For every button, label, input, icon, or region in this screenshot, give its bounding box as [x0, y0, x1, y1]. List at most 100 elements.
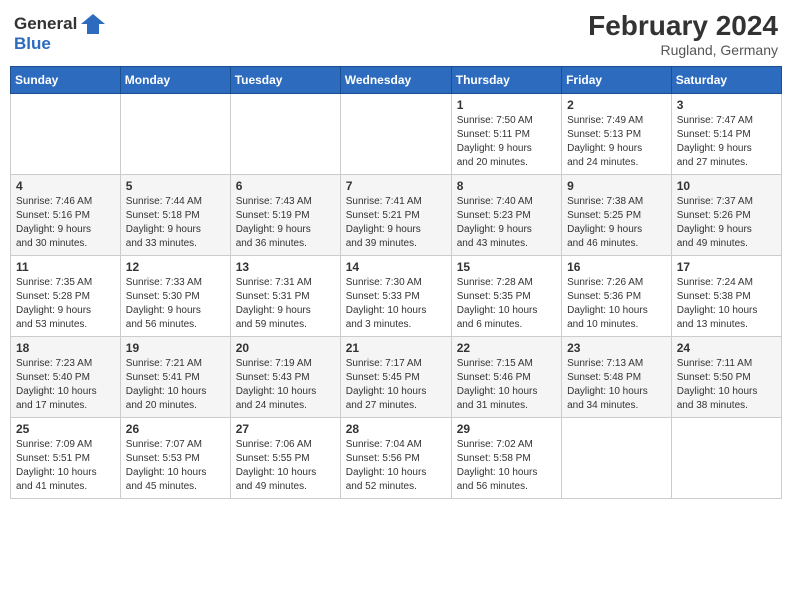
day-number: 11	[16, 260, 115, 274]
calendar-col-wednesday: Wednesday	[340, 67, 451, 94]
logo-icon	[79, 10, 107, 38]
calendar-cell: 10 Sunrise: 7:37 AM Sunset: 5:26 PM Dayli…	[671, 175, 781, 256]
day-info: Sunrise: 7:04 AM Sunset: 5:56 PM Dayligh…	[346, 438, 446, 494]
day-number: 12	[126, 260, 225, 274]
month-year-title: February 2024	[588, 10, 778, 42]
day-number: 20	[236, 341, 335, 355]
calendar-col-friday: Friday	[562, 67, 672, 94]
day-info: Sunrise: 7:40 AM Sunset: 5:23 PM Dayligh…	[457, 195, 556, 251]
day-number: 6	[236, 179, 335, 193]
calendar-cell: 28 Sunrise: 7:04 AM Sunset: 5:56 PM Dayli…	[340, 418, 451, 499]
day-info: Sunrise: 7:23 AM Sunset: 5:40 PM Dayligh…	[16, 357, 115, 413]
calendar-cell: 27Sunrise: 7:06 AM Sunset: 5:55 PM Dayli…	[230, 418, 340, 499]
calendar-cell: 7 Sunrise: 7:41 AM Sunset: 5:21 PM Daylig…	[340, 175, 451, 256]
day-info: Sunrise: 7:02 AM Sunset: 5:58 PM Dayligh…	[457, 438, 556, 494]
calendar-col-tuesday: Tuesday	[230, 67, 340, 94]
day-info: Sunrise: 7:11 AM Sunset: 5:50 PM Dayligh…	[677, 357, 776, 413]
day-info: Sunrise: 7:19 AM Sunset: 5:43 PM Dayligh…	[236, 357, 335, 413]
day-number: 18	[16, 341, 115, 355]
day-number: 4	[16, 179, 115, 193]
calendar-cell: 12 Sunrise: 7:33 AM Sunset: 5:30 PM Dayli…	[120, 256, 230, 337]
page-header: General Blue February 2024 Rugland, Germ…	[10, 10, 782, 58]
day-number: 28	[346, 422, 446, 436]
calendar-col-sunday: Sunday	[11, 67, 121, 94]
calendar-week-row: 25 Sunrise: 7:09 AM Sunset: 5:51 PM Dayli…	[11, 418, 782, 499]
calendar-header-row: SundayMondayTuesdayWednesdayThursdayFrid…	[11, 67, 782, 94]
calendar-cell: 19 Sunrise: 7:21 AM Sunset: 5:41 PM Dayli…	[120, 337, 230, 418]
calendar-cell: 14 Sunrise: 7:30 AM Sunset: 5:33 PM Dayli…	[340, 256, 451, 337]
day-info: Sunrise: 7:06 AM Sunset: 5:55 PM Dayligh…	[236, 438, 335, 494]
day-info: Sunrise: 7:07 AM Sunset: 5:53 PM Dayligh…	[126, 438, 225, 494]
calendar-col-saturday: Saturday	[671, 67, 781, 94]
calendar-cell: 23Sunrise: 7:13 AM Sunset: 5:48 PM Dayli…	[562, 337, 672, 418]
day-number: 26	[126, 422, 225, 436]
calendar-cell: 4 Sunrise: 7:46 AM Sunset: 5:16 PM Daylig…	[11, 175, 121, 256]
calendar-cell	[340, 94, 451, 175]
day-number: 3	[677, 98, 776, 112]
day-info: Sunrise: 7:49 AM Sunset: 5:13 PM Dayligh…	[567, 114, 666, 170]
day-info: Sunrise: 7:37 AM Sunset: 5:26 PM Dayligh…	[677, 195, 776, 251]
day-info: Sunrise: 7:09 AM Sunset: 5:51 PM Dayligh…	[16, 438, 115, 494]
day-info: Sunrise: 7:31 AM Sunset: 5:31 PM Dayligh…	[236, 276, 335, 332]
day-number: 21	[346, 341, 446, 355]
calendar-cell: 22 Sunrise: 7:15 AM Sunset: 5:46 PM Dayli…	[451, 337, 561, 418]
location-subtitle: Rugland, Germany	[588, 42, 778, 58]
day-info: Sunrise: 7:33 AM Sunset: 5:30 PM Dayligh…	[126, 276, 225, 332]
day-number: 5	[126, 179, 225, 193]
calendar-cell	[11, 94, 121, 175]
calendar-cell: 3 Sunrise: 7:47 AM Sunset: 5:14 PM Daylig…	[671, 94, 781, 175]
title-block: February 2024 Rugland, Germany	[588, 10, 778, 58]
day-number: 9	[567, 179, 666, 193]
day-info: Sunrise: 7:46 AM Sunset: 5:16 PM Dayligh…	[16, 195, 115, 251]
calendar-cell: 13 Sunrise: 7:31 AM Sunset: 5:31 PM Dayli…	[230, 256, 340, 337]
day-number: 16	[567, 260, 666, 274]
calendar-cell: 24 Sunrise: 7:11 AM Sunset: 5:50 PM Dayli…	[671, 337, 781, 418]
day-number: 22	[457, 341, 556, 355]
calendar-cell: 21Sunrise: 7:17 AM Sunset: 5:45 PM Dayli…	[340, 337, 451, 418]
calendar-cell: 11 Sunrise: 7:35 AM Sunset: 5:28 PM Dayli…	[11, 256, 121, 337]
calendar-cell	[120, 94, 230, 175]
calendar-cell: 29 Sunrise: 7:02 AM Sunset: 5:58 PM Dayli…	[451, 418, 561, 499]
calendar-cell: 15 Sunrise: 7:28 AM Sunset: 5:35 PM Dayli…	[451, 256, 561, 337]
calendar-cell: 1 Sunrise: 7:50 AM Sunset: 5:11 PM Daylig…	[451, 94, 561, 175]
calendar-cell: 2 Sunrise: 7:49 AM Sunset: 5:13 PM Daylig…	[562, 94, 672, 175]
calendar-cell: 8Sunrise: 7:40 AM Sunset: 5:23 PM Daylig…	[451, 175, 561, 256]
calendar-cell	[671, 418, 781, 499]
calendar-cell: 25 Sunrise: 7:09 AM Sunset: 5:51 PM Dayli…	[11, 418, 121, 499]
calendar-cell: 5 Sunrise: 7:44 AM Sunset: 5:18 PM Daylig…	[120, 175, 230, 256]
day-info: Sunrise: 7:15 AM Sunset: 5:46 PM Dayligh…	[457, 357, 556, 413]
day-number: 25	[16, 422, 115, 436]
day-info: Sunrise: 7:28 AM Sunset: 5:35 PM Dayligh…	[457, 276, 556, 332]
calendar-cell	[230, 94, 340, 175]
day-info: Sunrise: 7:24 AM Sunset: 5:38 PM Dayligh…	[677, 276, 776, 332]
logo: General Blue	[14, 10, 107, 54]
calendar-cell: 20 Sunrise: 7:19 AM Sunset: 5:43 PM Dayli…	[230, 337, 340, 418]
calendar-cell: 9 Sunrise: 7:38 AM Sunset: 5:25 PM Daylig…	[562, 175, 672, 256]
calendar-cell: 6Sunrise: 7:43 AM Sunset: 5:19 PM Daylig…	[230, 175, 340, 256]
day-info: Sunrise: 7:26 AM Sunset: 5:36 PM Dayligh…	[567, 276, 666, 332]
day-info: Sunrise: 7:41 AM Sunset: 5:21 PM Dayligh…	[346, 195, 446, 251]
day-info: Sunrise: 7:38 AM Sunset: 5:25 PM Dayligh…	[567, 195, 666, 251]
day-info: Sunrise: 7:47 AM Sunset: 5:14 PM Dayligh…	[677, 114, 776, 170]
day-info: Sunrise: 7:44 AM Sunset: 5:18 PM Dayligh…	[126, 195, 225, 251]
calendar-table: SundayMondayTuesdayWednesdayThursdayFrid…	[10, 66, 782, 499]
calendar-cell: 18 Sunrise: 7:23 AM Sunset: 5:40 PM Dayli…	[11, 337, 121, 418]
calendar-week-row: 11 Sunrise: 7:35 AM Sunset: 5:28 PM Dayli…	[11, 256, 782, 337]
day-number: 10	[677, 179, 776, 193]
day-number: 13	[236, 260, 335, 274]
day-number: 19	[126, 341, 225, 355]
day-number: 2	[567, 98, 666, 112]
day-number: 7	[346, 179, 446, 193]
day-number: 29	[457, 422, 556, 436]
day-number: 14	[346, 260, 446, 274]
day-number: 1	[457, 98, 556, 112]
day-number: 24	[677, 341, 776, 355]
day-info: Sunrise: 7:30 AM Sunset: 5:33 PM Dayligh…	[346, 276, 446, 332]
calendar-col-monday: Monday	[120, 67, 230, 94]
day-number: 15	[457, 260, 556, 274]
day-number: 17	[677, 260, 776, 274]
day-info: Sunrise: 7:35 AM Sunset: 5:28 PM Dayligh…	[16, 276, 115, 332]
day-info: Sunrise: 7:50 AM Sunset: 5:11 PM Dayligh…	[457, 114, 556, 170]
day-info: Sunrise: 7:21 AM Sunset: 5:41 PM Dayligh…	[126, 357, 225, 413]
calendar-week-row: 1 Sunrise: 7:50 AM Sunset: 5:11 PM Daylig…	[11, 94, 782, 175]
